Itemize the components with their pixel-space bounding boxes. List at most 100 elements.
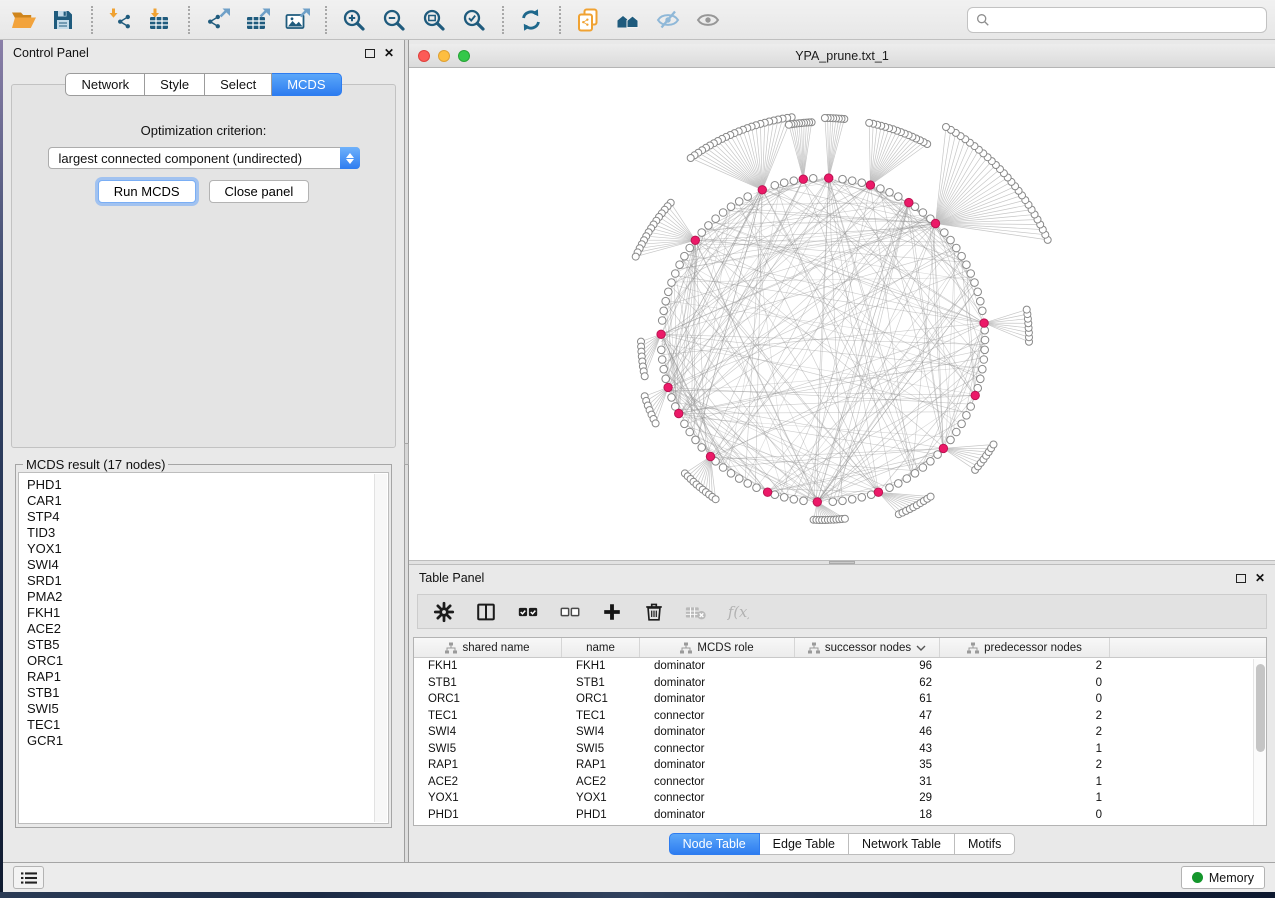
- mcds-result-item[interactable]: STB1: [27, 685, 388, 701]
- hide-selected-icon: [656, 8, 682, 32]
- zoom-selected-button[interactable]: [459, 5, 490, 35]
- tab-network[interactable]: Network: [65, 73, 145, 96]
- splitter-grip-h[interactable]: [829, 561, 855, 564]
- window-maximize-icon[interactable]: [458, 50, 470, 62]
- mcds-result-item[interactable]: STP4: [27, 509, 388, 525]
- mcds-result-item[interactable]: CAR1: [27, 493, 388, 509]
- open-file-button[interactable]: [8, 5, 39, 35]
- select-all-button[interactable]: [516, 600, 540, 624]
- duplicate-network-button[interactable]: [573, 5, 604, 35]
- float-panel-icon[interactable]: [365, 49, 375, 58]
- tab-style[interactable]: Style: [145, 73, 205, 96]
- mcds-result-item[interactable]: ACE2: [27, 621, 388, 637]
- mcds-result-item[interactable]: SWI4: [27, 557, 388, 573]
- column-header-shared_name[interactable]: shared name: [414, 638, 562, 657]
- network-view[interactable]: [409, 68, 1275, 560]
- tab-network-table[interactable]: Network Table: [849, 833, 955, 855]
- table-scrollbar[interactable]: [1253, 659, 1266, 825]
- window-close-icon[interactable]: [418, 50, 430, 62]
- run-mcds-button[interactable]: Run MCDS: [98, 180, 196, 203]
- horizontal-splitter[interactable]: [409, 560, 1275, 565]
- table-row[interactable]: SWI5SWI5connector431: [414, 741, 1266, 758]
- vertical-splitter[interactable]: [405, 40, 409, 862]
- cell-shared_name: RAP1: [414, 759, 562, 771]
- table-row[interactable]: PHD1PHD1dominator180: [414, 807, 1266, 824]
- export-network-button[interactable]: [202, 5, 233, 35]
- export-image-icon: [285, 8, 311, 32]
- mcds-result-item[interactable]: RAP1: [27, 669, 388, 685]
- optimization-criterion-select[interactable]: largest connected component (undirected): [48, 147, 360, 169]
- zoom-out-button[interactable]: [379, 5, 410, 35]
- cell-predecessors: 1: [940, 776, 1110, 788]
- import-table-button[interactable]: [145, 5, 176, 35]
- splitter-grip[interactable]: [404, 443, 409, 465]
- close-panel-icon[interactable]: ✕: [384, 47, 394, 59]
- cell-shared_name: ACE2: [414, 776, 562, 788]
- mcds-result-item[interactable]: SRD1: [27, 573, 388, 589]
- table-row[interactable]: SWI4SWI4dominator462: [414, 724, 1266, 741]
- import-network-button[interactable]: [105, 5, 136, 35]
- mcds-result-item[interactable]: GCR1: [27, 733, 388, 749]
- table-row[interactable]: TEC1TEC1connector472: [414, 708, 1266, 725]
- first-neighbors-button[interactable]: [613, 5, 644, 35]
- table-row[interactable]: STB1STB1dominator620: [414, 675, 1266, 692]
- mcds-result-item[interactable]: STB5: [27, 637, 388, 653]
- column-pane-button[interactable]: [474, 600, 498, 624]
- mcds-result-item[interactable]: YOX1: [27, 541, 388, 557]
- cell-shared_name: ORC1: [414, 693, 562, 705]
- table-row[interactable]: YOX1YOX1connector291: [414, 790, 1266, 807]
- save-session-button[interactable]: [48, 5, 79, 35]
- unselect-all-button[interactable]: [558, 600, 582, 624]
- cell-name: FKH1: [562, 660, 640, 672]
- close-panel-button[interactable]: Close panel: [209, 180, 310, 203]
- tab-mcds[interactable]: MCDS: [272, 73, 341, 96]
- export-table-button[interactable]: [242, 5, 273, 35]
- mcds-result-item[interactable]: FKH1: [27, 605, 388, 621]
- mcds-result-item[interactable]: PMA2: [27, 589, 388, 605]
- mcds-result-list[interactable]: PHD1CAR1STP4TID3YOX1SWI4SRD1PMA2FKH1ACE2…: [18, 472, 389, 824]
- window-minimize-icon[interactable]: [438, 50, 450, 62]
- tab-select[interactable]: Select: [205, 73, 272, 96]
- memory-button[interactable]: Memory: [1181, 866, 1265, 889]
- table-scrollbar-thumb[interactable]: [1256, 664, 1265, 752]
- table-settings-button[interactable]: [432, 600, 456, 624]
- tab-edge-table[interactable]: Edge Table: [760, 833, 849, 855]
- show-all-button[interactable]: [693, 5, 724, 35]
- close-table-panel-icon[interactable]: ✕: [1255, 572, 1265, 584]
- mcds-result-item[interactable]: ORC1: [27, 653, 388, 669]
- control-panel-tabs: NetworkStyleSelectMCDS: [3, 73, 404, 96]
- zoom-in-button[interactable]: [339, 5, 370, 35]
- float-table-panel-icon[interactable]: [1236, 574, 1246, 583]
- main-toolbar: [0, 0, 1275, 40]
- delete-button[interactable]: [642, 600, 666, 624]
- refresh-icon: [519, 8, 545, 32]
- column-header-successors[interactable]: successor nodes: [795, 638, 940, 657]
- refresh-button[interactable]: [516, 5, 547, 35]
- column-header-role[interactable]: MCDS role: [640, 638, 795, 657]
- hide-selected-button[interactable]: [653, 5, 684, 35]
- network-window-titlebar[interactable]: YPA_prune.txt_1: [409, 44, 1275, 68]
- add-button[interactable]: [600, 600, 624, 624]
- mcds-result-item[interactable]: PHD1: [27, 477, 388, 493]
- table-panel-title: Table Panel: [419, 571, 484, 585]
- tab-motifs[interactable]: Motifs: [955, 833, 1015, 855]
- search-input[interactable]: [996, 12, 1258, 27]
- tab-node-table[interactable]: Node Table: [669, 833, 760, 855]
- export-image-button[interactable]: [282, 5, 313, 35]
- search-box[interactable]: [967, 7, 1267, 33]
- mcds-result-item[interactable]: TEC1: [27, 717, 388, 733]
- table-row[interactable]: RAP1RAP1dominator352: [414, 757, 1266, 774]
- table-row[interactable]: ACE2ACE2connector311: [414, 774, 1266, 791]
- mcds-result-item[interactable]: SWI5: [27, 701, 388, 717]
- table-row[interactable]: ORC1ORC1dominator610: [414, 691, 1266, 708]
- result-list-scrollbar[interactable]: [374, 474, 387, 822]
- mcds-result-item[interactable]: TID3: [27, 525, 388, 541]
- task-history-button[interactable]: [13, 866, 44, 889]
- column-header-name[interactable]: name: [562, 638, 640, 657]
- zoom-fit-button[interactable]: [419, 5, 450, 35]
- column-header-predecessors[interactable]: predecessor nodes: [940, 638, 1110, 657]
- cell-role: dominator: [640, 726, 795, 738]
- table-row[interactable]: FKH1FKH1dominator962: [414, 658, 1266, 675]
- network-canvas[interactable]: [409, 68, 1275, 560]
- function-builder-icon: f(x): [727, 601, 749, 623]
